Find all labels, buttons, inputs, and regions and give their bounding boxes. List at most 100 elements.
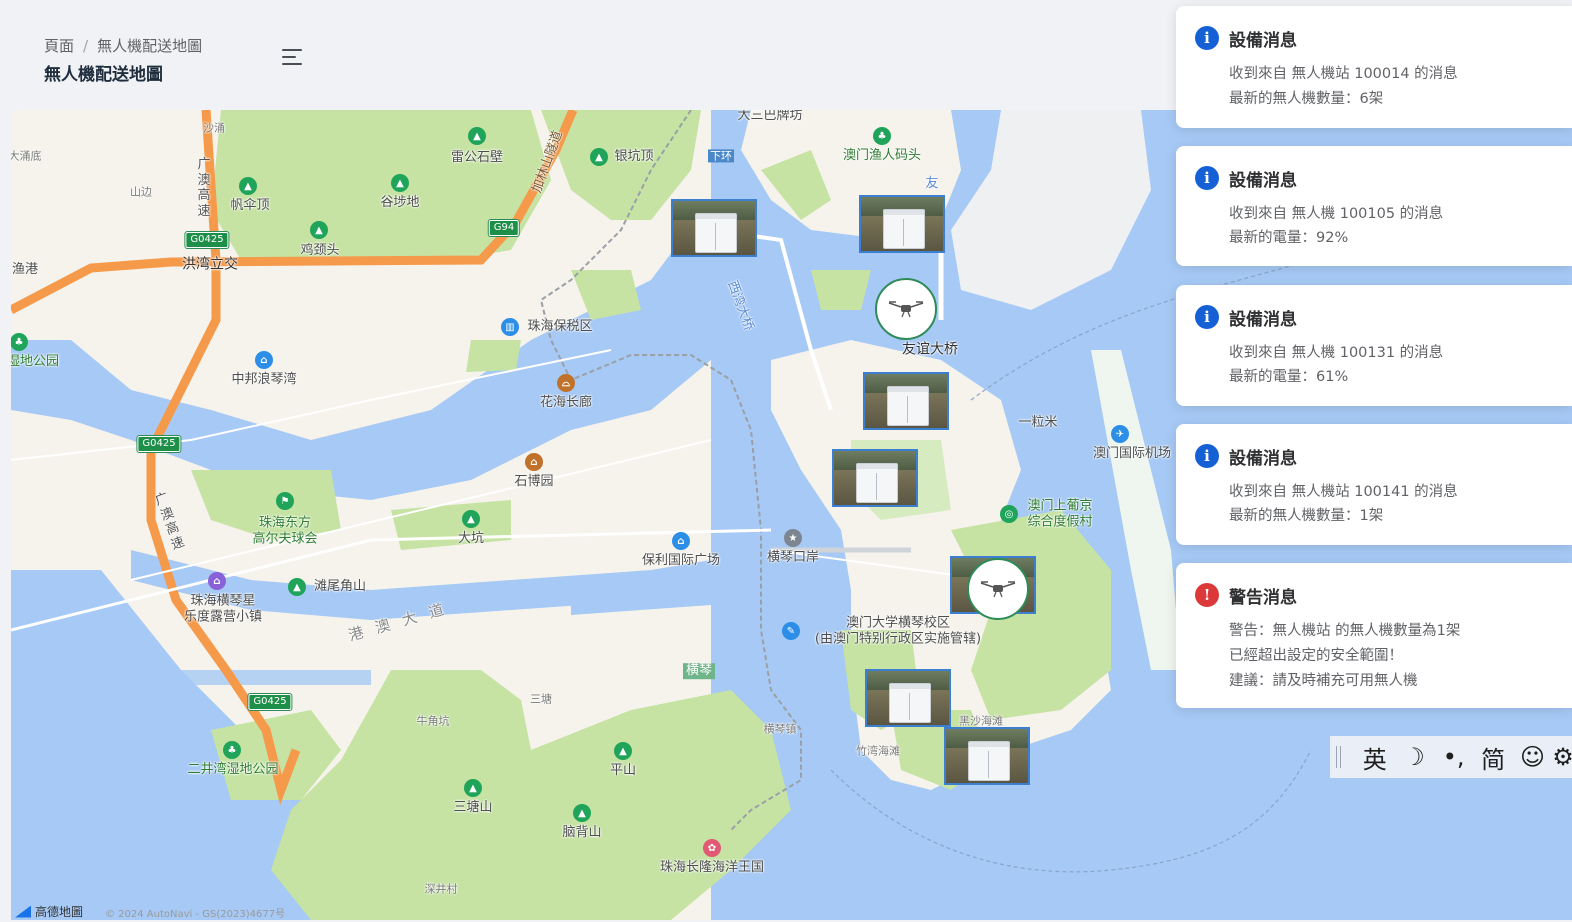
notification-message: 收到來自 無人機站 100141 的消息	[1229, 484, 1458, 500]
map-label: 雷公石壁	[450, 150, 504, 166]
mountain-icon[interactable]: ▲	[310, 221, 328, 239]
mountain-icon[interactable]: ▲	[239, 177, 257, 195]
mountain-icon[interactable]: ▲	[590, 148, 608, 166]
university-icon[interactable]: ✎	[782, 622, 800, 640]
menu-fold-icon[interactable]	[282, 48, 304, 66]
drone-station-marker[interactable]	[859, 195, 945, 253]
notification-card[interactable]: i 設備消息 收到來自 無人機 100131 的消息 最新的電量：61%	[1176, 285, 1572, 406]
map-label: 横琴	[682, 663, 716, 679]
mountain-icon[interactable]: ▲	[464, 779, 482, 797]
map-label: 石博园	[514, 474, 554, 490]
drone-station-marker[interactable]	[944, 727, 1030, 785]
map-label: 三塘	[530, 692, 552, 706]
map-label: 横琴镇	[763, 722, 797, 736]
notification-title: 設備消息	[1229, 31, 1297, 51]
map-label: 友	[925, 176, 939, 192]
moon-icon[interactable]: ☽	[1394, 743, 1433, 771]
map-label: 珠海保税区	[527, 319, 593, 335]
notification-message: 最新的電量：61%	[1229, 369, 1349, 385]
map-label: 大涌底	[11, 149, 42, 163]
map-label: 珠海长隆海洋王国	[659, 860, 765, 876]
info-icon: i	[1195, 26, 1219, 50]
shopping-icon[interactable]: ⌂	[672, 532, 690, 550]
drone-station-marker[interactable]	[865, 669, 951, 727]
highway-shield: G94	[488, 220, 520, 236]
map-label: 保利国际广场	[641, 553, 721, 569]
map-label: 澳门渔人码头	[842, 148, 922, 164]
airport-icon[interactable]: ✈	[1111, 425, 1129, 443]
hotel-icon[interactable]: ⌂	[208, 572, 226, 590]
emoji-icon[interactable]: ☺	[1513, 743, 1552, 771]
notification-card[interactable]: i 設備消息 收到來自 無人機 100105 的消息 最新的電量：92%	[1176, 146, 1572, 266]
notification-message: 最新的無人機數量：6架	[1229, 91, 1384, 107]
warning-icon: !	[1195, 583, 1219, 607]
simplified-toggle[interactable]: 简	[1473, 740, 1512, 775]
punctuation-toggle[interactable]: •,	[1434, 743, 1473, 771]
map-label: 一粒米	[1018, 415, 1058, 431]
mountain-icon[interactable]: ▲	[468, 127, 486, 145]
map-label: 牛角坑	[416, 714, 450, 728]
map-label: 洪湾立交	[182, 256, 238, 273]
map-label: 大坑	[457, 531, 485, 547]
drone-station-marker[interactable]	[832, 449, 918, 507]
resort-icon[interactable]: ◎	[1000, 505, 1018, 523]
mountain-icon[interactable]: ▲	[573, 804, 591, 822]
checkpoint-icon[interactable]: ★	[784, 529, 802, 547]
museum-icon[interactable]: ⌂	[525, 453, 543, 471]
map-provider-logo[interactable]: 高德地圖	[15, 903, 83, 920]
notification-message: 收到來自 無人機站 100014 的消息	[1229, 66, 1458, 82]
notification-message: 警告：無人機站 的無人機數量為1架	[1229, 623, 1461, 639]
map-label: 大三巴牌坊	[737, 110, 803, 124]
map-label: 友谊大桥	[902, 341, 958, 358]
info-icon: i	[1195, 166, 1219, 190]
mountain-icon[interactable]: ▲	[391, 174, 409, 192]
notification-title: 設備消息	[1229, 171, 1297, 191]
drone-marker[interactable]	[967, 558, 1029, 620]
notification-message: 收到來自 無人機 100131 的消息	[1229, 345, 1444, 361]
map-label: 滩尾角山	[313, 579, 367, 595]
drone-icon	[980, 581, 1016, 598]
map-label: 平山	[609, 763, 637, 779]
map-label: 谷埗地	[380, 195, 420, 211]
notification-message: 最新的無人機數量：1架	[1229, 508, 1384, 524]
ime-language-toggle[interactable]: 英	[1355, 740, 1394, 775]
breadcrumb-home[interactable]: 頁面	[44, 37, 74, 55]
map-label: 广澳高速	[197, 156, 211, 219]
highway-shield: G0425	[137, 436, 181, 452]
map-label: 脑背山	[562, 825, 602, 841]
gear-icon[interactable]: ⚙	[1552, 743, 1572, 771]
mountain-icon[interactable]: ▲	[288, 578, 306, 596]
map-label: 中邦浪琴湾	[231, 372, 297, 388]
ime-toolbar: 英 ☽ •, 简 ☺ ⚙	[1330, 736, 1572, 778]
ime-drag-handle[interactable]	[1336, 746, 1341, 768]
building-icon[interactable]: ▥	[501, 318, 519, 336]
residential-icon[interactable]: ⌂	[255, 351, 273, 369]
map-label: 黑沙海滩	[959, 714, 1003, 728]
drone-station-marker[interactable]	[671, 199, 757, 257]
breadcrumb-separator: /	[83, 37, 89, 55]
notification-message: 建議：請及時補充可用無人機	[1229, 673, 1418, 689]
golf-icon[interactable]: ⚑	[276, 492, 294, 510]
drone-icon	[888, 301, 924, 318]
park-icon[interactable]: ♣	[873, 127, 891, 145]
mountain-icon[interactable]: ▲	[462, 510, 480, 528]
notification-card[interactable]: i 設備消息 收到來自 無人機站 100014 的消息 最新的無人機數量：6架	[1176, 6, 1572, 128]
info-icon: i	[1195, 305, 1219, 329]
breadcrumb: 頁面 / 無人機配送地圖	[44, 35, 202, 56]
highway-shield: G0425	[185, 232, 229, 248]
map-label: 鸡颈头	[300, 243, 340, 259]
mountain-icon[interactable]: ▲	[614, 742, 632, 760]
warning-notification-card[interactable]: ! 警告消息 警告：無人機站 的無人機數量為1架 已經超出設定的安全範圍！ 建議…	[1176, 563, 1572, 708]
map-label: 澳门国际机场	[1092, 446, 1172, 462]
drone-station-marker[interactable]	[863, 372, 949, 430]
landmark-icon[interactable]: ⌓	[557, 374, 575, 392]
park-icon[interactable]: ♣	[223, 741, 241, 759]
notification-card[interactable]: i 設備消息 收到來自 無人機站 100141 的消息 最新的無人機數量：1架	[1176, 424, 1572, 545]
notification-message: 收到來自 無人機 100105 的消息	[1229, 206, 1444, 222]
map-label: 三塘山	[453, 800, 493, 816]
map-label: 湿地公园	[11, 354, 60, 370]
theme-park-icon[interactable]: ✿	[703, 839, 721, 857]
map-label: 山边	[130, 185, 152, 199]
map-logo-icon	[15, 905, 31, 918]
drone-marker[interactable]	[875, 278, 937, 340]
